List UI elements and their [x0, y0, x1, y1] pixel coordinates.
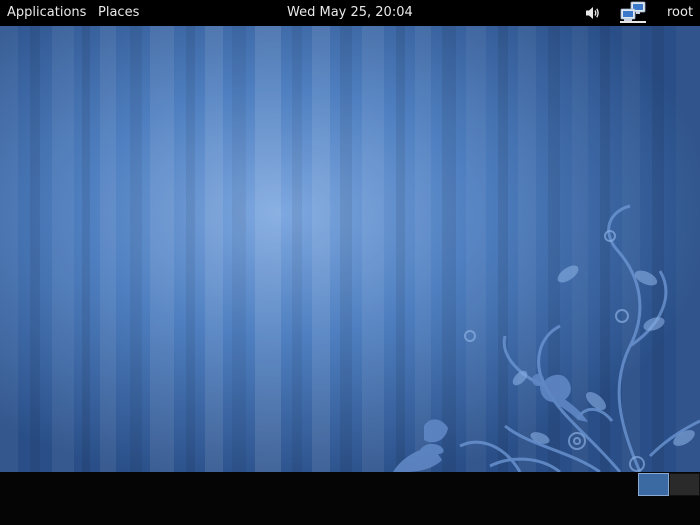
- applications-menu[interactable]: Applications: [7, 0, 86, 26]
- workspace-2-button[interactable]: [669, 473, 700, 496]
- desktop-screen: Applications Places Wed May 25, 20:04 ro…: [0, 0, 700, 525]
- speaker-volume-icon[interactable]: [584, 4, 602, 22]
- workspace-switcher: [638, 473, 700, 496]
- wallpaper-graphic: [0, 26, 700, 472]
- clock[interactable]: Wed May 25, 20:04: [287, 0, 413, 26]
- network-connection-icon[interactable]: [618, 1, 648, 25]
- bottom-panel: [0, 472, 700, 525]
- top-panel: Applications Places Wed May 25, 20:04 ro…: [0, 0, 700, 26]
- desktop-wallpaper[interactable]: [0, 26, 700, 472]
- user-menu[interactable]: root: [667, 0, 693, 26]
- places-menu[interactable]: Places: [98, 0, 139, 26]
- workspace-1-button[interactable]: [638, 473, 669, 496]
